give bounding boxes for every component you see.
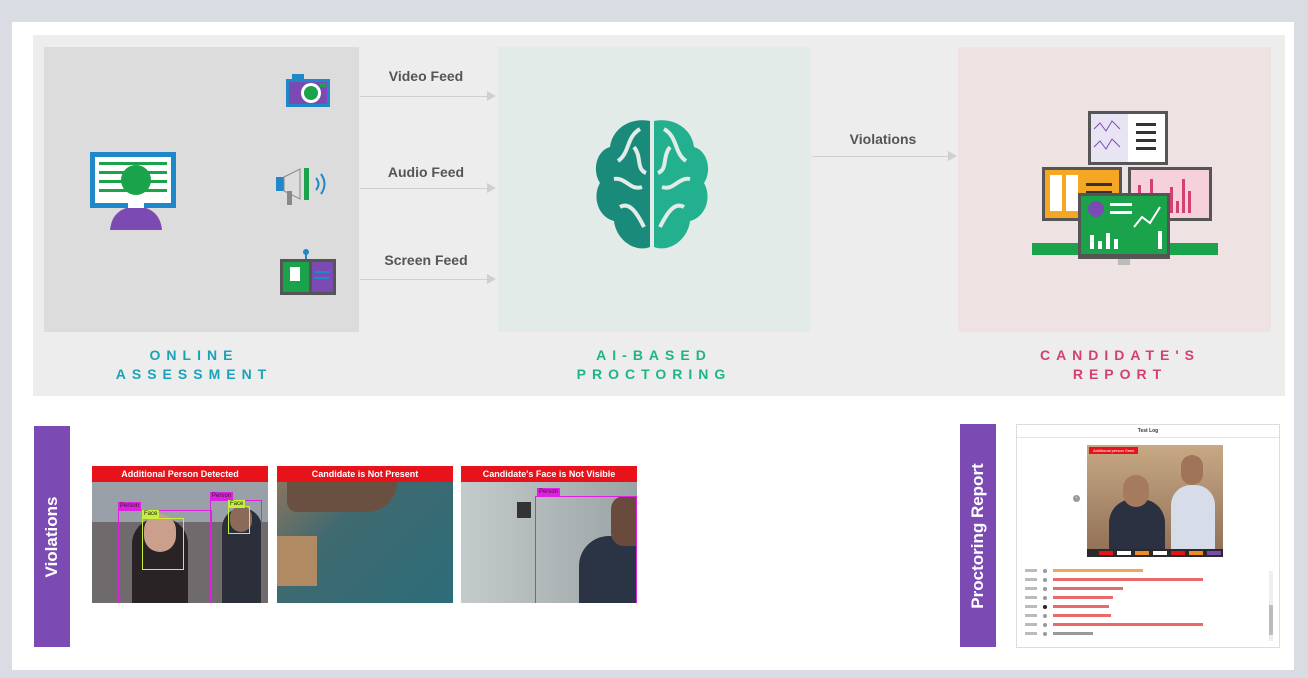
audio-feed-label: Audio Feed [387, 164, 465, 180]
violations-arrow [812, 151, 957, 161]
online-assessment-caption: ONLINE ASSESSMENT [115, 347, 273, 382]
violations-tab: Violations [34, 426, 70, 647]
proctoring-report-tab: Proctoring Report [960, 424, 996, 647]
log-list [1017, 567, 1279, 645]
candidate-monitor-icon [90, 152, 176, 230]
snapshot-additional-person: Person Face Person Face Additional Perso… [92, 466, 268, 603]
online-assessment-panel [44, 47, 359, 332]
snapshot-title: Candidate's Face is Not Visible [461, 466, 637, 482]
snapshot-caption: Additional person Seen [1089, 447, 1139, 454]
prev-image-icon[interactable]: ‹ [1073, 495, 1080, 502]
screen-feed-arrow [360, 274, 496, 284]
snapshot-title: Additional Person Detected [92, 466, 268, 482]
candidate-report-panel [958, 47, 1271, 332]
snapshot-candidate-not-present: Candidate is Not Present [277, 466, 453, 603]
snapshot-viewer: Additional person Seen [1087, 445, 1223, 557]
face-detection-box [228, 506, 250, 534]
face-tag: Face [228, 500, 246, 508]
test-log-window: Test Log ‹ › Additional person Seen [1016, 424, 1280, 648]
snapshot-title: Candidate is Not Present [277, 466, 453, 482]
camera-icon [286, 74, 330, 107]
audio-feed-arrow [360, 183, 496, 193]
timeline-bar [1087, 549, 1223, 557]
proctoring-report-tab-label: Proctoring Report [968, 462, 987, 609]
test-log-title: Test Log [1137, 428, 1159, 434]
face-tag: Face [142, 510, 160, 518]
violations-tab-label: Violations [42, 496, 61, 577]
person-tag: Person [118, 502, 142, 510]
snapshot-face-not-visible: Person Candidate's Face is Not Visible [461, 466, 637, 603]
face-detection-box [142, 518, 184, 570]
person-detection-box [535, 496, 637, 603]
video-feed-arrow [360, 91, 496, 101]
brain-icon [595, 120, 709, 249]
screen-feed-label: Screen Feed [384, 252, 468, 268]
person-tag: Person [537, 488, 561, 496]
log-scrollbar[interactable] [1269, 571, 1273, 641]
candidate-report-caption: CANDIDATE'S REPORT [1039, 347, 1201, 382]
person-tag: Person [210, 492, 234, 500]
megaphone-icon [276, 168, 326, 205]
video-feed-label: Video Feed [388, 68, 464, 84]
violations-flow-label: Violations [849, 131, 917, 147]
ai-proctoring-panel [498, 47, 811, 332]
dashboard-screens-icon [1032, 111, 1218, 265]
ai-proctoring-caption: AI-BASED PROCTORING [576, 347, 732, 382]
screen-icon [280, 249, 336, 295]
